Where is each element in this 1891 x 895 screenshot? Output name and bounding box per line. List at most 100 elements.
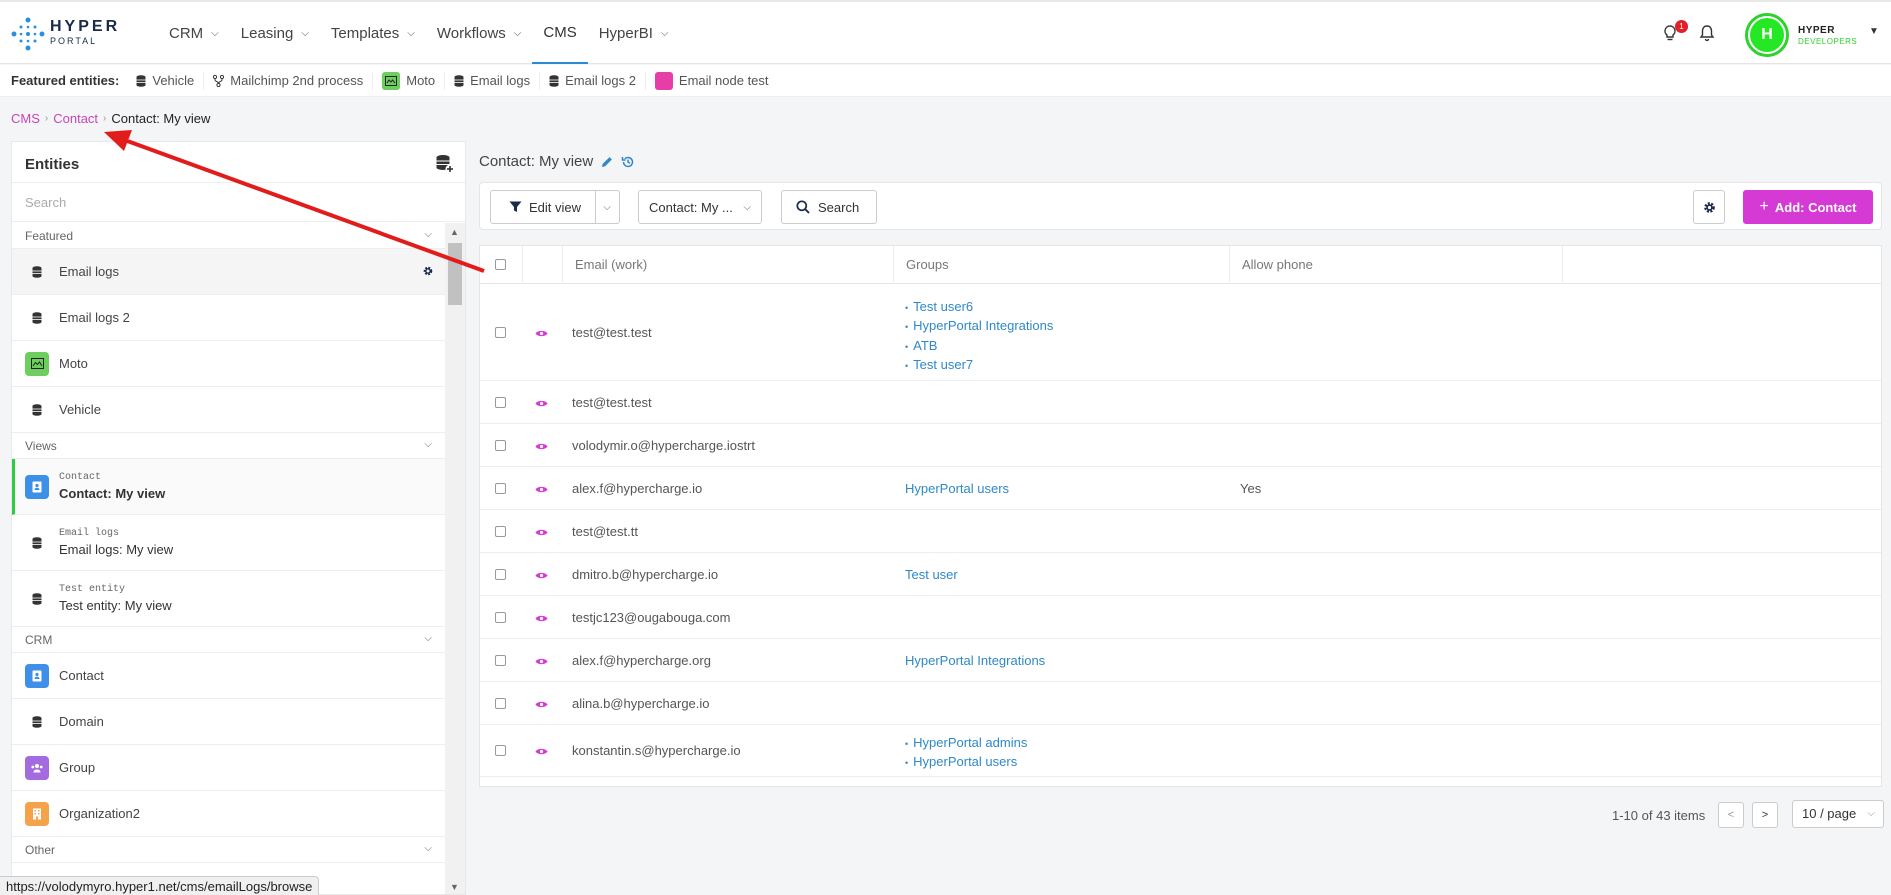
table-row[interactable]: test@test.tt: [480, 510, 1881, 553]
featured-item-moto[interactable]: Moto: [372, 71, 444, 90]
sidebar-item-moto[interactable]: Moto: [12, 341, 446, 387]
group-link[interactable]: Test user7: [905, 356, 1053, 376]
view-eye-icon[interactable]: [535, 442, 548, 451]
history-icon[interactable]: [621, 155, 635, 169]
search-button[interactable]: Search: [781, 190, 877, 224]
table-row[interactable]: test@test.test Test user6HyperPortal Inte…: [480, 284, 1881, 381]
logo-icon: [11, 17, 45, 51]
org-subtitle: DEVELOPERS: [1798, 37, 1858, 46]
prev-page-button[interactable]: <: [1718, 802, 1744, 828]
group-link[interactable]: HyperPortal admins: [905, 734, 1027, 754]
nav-crm[interactable]: CRM ⌵: [158, 2, 230, 64]
row-checkbox[interactable]: [495, 482, 506, 494]
view-eye-icon[interactable]: [535, 657, 548, 666]
sidebar-view-email-logs[interactable]: Email logs Email logs: My view: [12, 515, 446, 571]
group-link[interactable]: HyperPortal Integrations: [905, 652, 1045, 670]
table-row[interactable]: alex.f@hypercharge.org HyperPortal Integr…: [480, 639, 1881, 682]
row-checkbox[interactable]: [495, 697, 506, 709]
select-all-checkbox[interactable]: [495, 259, 506, 270]
group-link[interactable]: ATB: [905, 337, 1053, 357]
row-checkbox[interactable]: [495, 568, 506, 580]
view-eye-icon[interactable]: [535, 571, 548, 580]
database-icon: [25, 592, 49, 605]
column-groups[interactable]: Groups: [893, 246, 1229, 284]
group-link[interactable]: HyperPortal Integrations: [905, 317, 1053, 337]
row-checkbox[interactable]: [495, 654, 506, 666]
hyperportal-logo[interactable]: HYPER PORTAL: [10, 16, 120, 52]
chevron-down-icon: ⌵: [424, 633, 432, 644]
group-views[interactable]: Views ⌵: [12, 433, 446, 459]
next-page-button[interactable]: >: [1752, 802, 1778, 828]
table-row[interactable]: testjc123@ougabouga.com: [480, 596, 1881, 639]
nav-templates[interactable]: Templates ⌵: [320, 2, 426, 64]
nav-workflows[interactable]: Workflows ⌵: [426, 2, 533, 64]
row-checkbox[interactable]: [495, 396, 506, 408]
row-checkbox[interactable]: [495, 745, 506, 756]
featured-item-email-logs-2[interactable]: Email logs 2: [539, 71, 645, 90]
group-link[interactable]: Test user6: [905, 298, 1053, 318]
sidebar-item-group[interactable]: Group: [12, 745, 446, 791]
group-featured[interactable]: Featured ⌵: [12, 223, 446, 249]
breadcrumb-contact[interactable]: Contact: [53, 111, 98, 126]
table-row[interactable]: volodymir.o@hypercharge.iostrt: [480, 424, 1881, 467]
featured-item-mailchimp[interactable]: Mailchimp 2nd process: [203, 71, 372, 90]
view-select[interactable]: Contact: My ... ⌵: [638, 190, 762, 224]
group-crm[interactable]: CRM ⌵: [12, 627, 446, 653]
sidebar-item-domain[interactable]: Domain: [12, 699, 446, 745]
sidebar-scrollbar[interactable]: ▲ ▼: [445, 223, 465, 894]
nav-hyperbi[interactable]: HyperBI ⌵: [588, 2, 680, 64]
view-eye-icon[interactable]: [535, 614, 548, 623]
featured-item-email-node-test[interactable]: Email node test: [644, 71, 778, 90]
sidebar-item-organization2[interactable]: Organization2: [12, 791, 446, 837]
org-name[interactable]: HYPER: [1798, 25, 1835, 36]
table-settings-button[interactable]: [1693, 190, 1725, 224]
edit-pencil-icon[interactable]: [601, 156, 613, 168]
user-avatar[interactable]: H: [1745, 13, 1789, 57]
sidebar-search-input[interactable]: [25, 195, 425, 210]
edit-view-dropdown[interactable]: ⌵: [596, 202, 618, 213]
column-allow-phone[interactable]: Allow phone: [1229, 246, 1562, 284]
row-checkbox[interactable]: [495, 326, 506, 338]
group-other[interactable]: Other ⌵: [12, 837, 446, 863]
view-eye-icon[interactable]: [535, 399, 548, 408]
nav-leasing[interactable]: Leasing ⌵: [230, 2, 320, 64]
group-link[interactable]: HyperPortal users: [905, 480, 1009, 498]
column-email-work[interactable]: Email (work): [562, 246, 893, 284]
edit-view-button[interactable]: Edit view: [491, 191, 597, 223]
add-contact-button[interactable]: + Add: Contact: [1743, 190, 1873, 224]
table-row[interactable]: konstantin.s@hypercharge.io HyperPortal a…: [480, 725, 1881, 777]
group-link[interactable]: Test user: [905, 566, 958, 584]
group-link[interactable]: HyperPortal users: [905, 753, 1027, 773]
add-database-icon[interactable]: [435, 154, 455, 174]
row-checkbox[interactable]: [495, 439, 506, 451]
search-label: Search: [818, 199, 860, 215]
view-eye-icon[interactable]: [535, 485, 548, 494]
page-size-select[interactable]: 10 / page ⌵: [1792, 800, 1884, 828]
scroll-up-icon[interactable]: ▲: [450, 227, 459, 237]
sidebar-item-email-logs-2[interactable]: Email logs 2: [12, 295, 446, 341]
view-eye-icon[interactable]: [535, 528, 548, 537]
row-checkbox[interactable]: [495, 525, 506, 537]
table-row[interactable]: dmitro.b@hypercharge.io Test user: [480, 553, 1881, 596]
table-row[interactable]: alex.f@hypercharge.io HyperPortal users Ye…: [480, 467, 1881, 510]
sidebar-view-test-entity[interactable]: Test entity Test entity: My view: [12, 571, 446, 627]
featured-item-vehicle[interactable]: Vehicle: [127, 72, 203, 90]
sidebar-item-vehicle[interactable]: Vehicle: [12, 387, 446, 433]
table-row[interactable]: alina.b@hypercharge.io: [480, 682, 1881, 725]
gear-icon[interactable]: [422, 265, 434, 277]
nav-cms[interactable]: CMS: [532, 2, 588, 64]
table-row[interactable]: test@test.test: [480, 381, 1881, 424]
scroll-down-icon[interactable]: ▼: [450, 882, 459, 892]
bell-icon[interactable]: [1698, 24, 1716, 42]
sidebar-item-contact[interactable]: Contact: [12, 653, 446, 699]
sidebar-item-email-logs[interactable]: Email logs: [12, 249, 446, 295]
sidebar-view-contact[interactable]: Contact Contact: My view: [12, 459, 446, 515]
featured-item-email-logs[interactable]: Email logs: [444, 71, 539, 90]
breadcrumb-cms[interactable]: CMS: [11, 111, 40, 126]
view-eye-icon[interactable]: [535, 700, 548, 709]
caret-down-icon[interactable]: ▼: [1869, 26, 1879, 37]
view-eye-icon[interactable]: [535, 747, 548, 756]
row-checkbox[interactable]: [495, 611, 506, 623]
view-eye-icon[interactable]: [535, 329, 548, 338]
scrollbar-thumb[interactable]: [448, 243, 462, 305]
